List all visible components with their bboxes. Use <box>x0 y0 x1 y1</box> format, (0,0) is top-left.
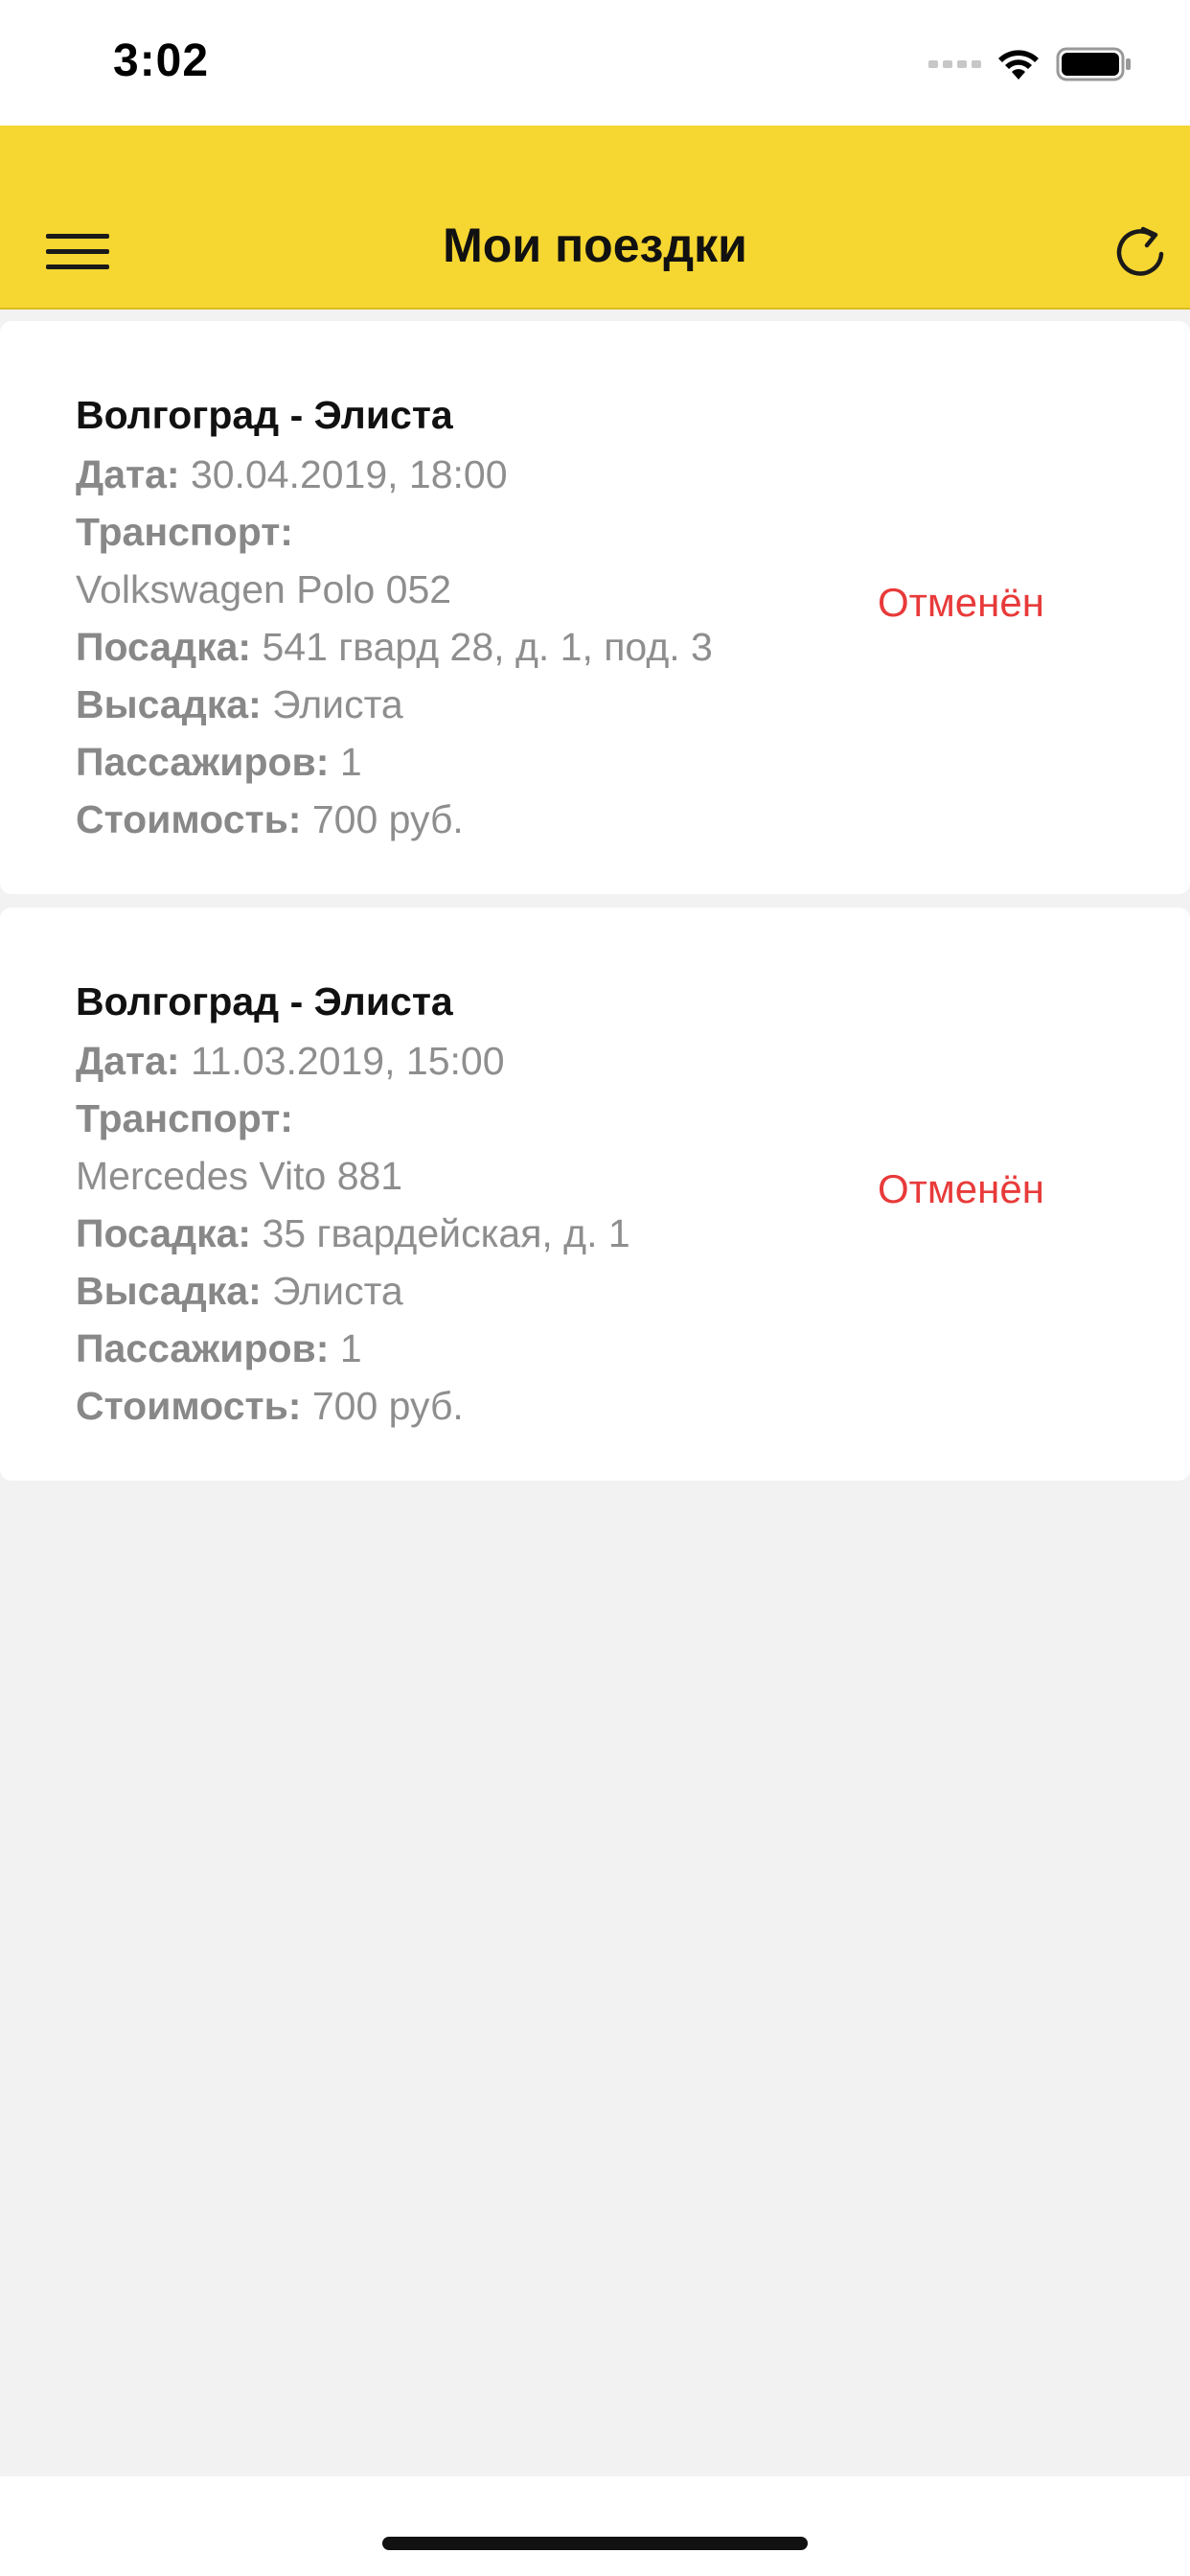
transport-label: Транспорт: <box>76 510 293 554</box>
trip-list: Волгоград - Элиста Дата: 30.04.2019, 18:… <box>0 321 1190 1494</box>
battery-icon <box>1056 47 1131 81</box>
date-value: 30.04.2019, 18:00 <box>190 452 508 496</box>
trip-date: Дата: 30.04.2019, 18:00 <box>76 446 1190 503</box>
trip-transport-label: Транспорт: <box>76 503 1190 561</box>
bottom-safe-area <box>0 2476 1190 2576</box>
trip-transport-label: Транспорт: <box>76 1090 1190 1147</box>
passengers-label: Пассажиров: <box>76 1326 330 1370</box>
date-label: Дата: <box>76 1039 180 1083</box>
dropoff-value: Элиста <box>272 1269 403 1313</box>
date-label: Дата: <box>76 452 180 496</box>
boarding-label: Посадка: <box>76 625 252 669</box>
trip-status-badge: Отменён <box>878 1166 1044 1211</box>
home-indicator[interactable] <box>382 2537 808 2550</box>
trip-route: Волгоград - Элиста <box>76 979 453 1024</box>
header-bar: Мои поездки <box>0 126 1190 310</box>
page-title: Мои поездки <box>443 218 747 272</box>
trip-cost: Стоимость: 700 руб. <box>76 791 1190 848</box>
cost-label: Стоимость: <box>76 1384 302 1428</box>
wifi-icon <box>998 50 1039 80</box>
trip-dropoff: Высадка: Элиста <box>76 1262 1190 1320</box>
cost-value: 700 руб. <box>311 797 464 841</box>
trip-passengers: Пассажиров: 1 <box>76 733 1190 791</box>
dropoff-label: Высадка: <box>76 1269 262 1313</box>
trip-boarding: Посадка: 35 гвардейская, д. 1 <box>76 1205 1190 1262</box>
boarding-value: 541 гвард 28, д. 1, под. 3 <box>262 625 713 669</box>
status-icons <box>928 40 1133 88</box>
refresh-icon[interactable] <box>1111 221 1173 283</box>
boarding-value: 35 гвардейская, д. 1 <box>262 1211 630 1255</box>
passengers-label: Пассажиров: <box>76 740 330 784</box>
trip-route: Волгоград - Элиста <box>76 393 453 437</box>
trip-status-badge: Отменён <box>878 580 1044 625</box>
trip-cost: Стоимость: 700 руб. <box>76 1377 1190 1435</box>
cost-label: Стоимость: <box>76 797 302 841</box>
trip-dropoff: Высадка: Элиста <box>76 676 1190 733</box>
trip-card[interactable]: Волгоград - Элиста Дата: 30.04.2019, 18:… <box>0 321 1190 894</box>
boarding-label: Посадка: <box>76 1211 252 1255</box>
dropoff-label: Высадка: <box>76 682 262 726</box>
passengers-value: 1 <box>339 740 362 784</box>
cost-value: 700 руб. <box>311 1384 464 1428</box>
dropoff-value: Элиста <box>272 682 403 726</box>
trip-card[interactable]: Волгоград - Элиста Дата: 11.03.2019, 15:… <box>0 908 1190 1481</box>
trip-passengers: Пассажиров: 1 <box>76 1320 1190 1377</box>
trip-date: Дата: 11.03.2019, 15:00 <box>76 1032 1190 1090</box>
date-value: 11.03.2019, 15:00 <box>190 1039 505 1083</box>
status-time: 3:02 <box>113 35 210 86</box>
trip-boarding: Посадка: 541 гвард 28, д. 1, под. 3 <box>76 618 1190 676</box>
cellular-signal-icon <box>928 60 981 68</box>
passengers-value: 1 <box>339 1326 362 1370</box>
transport-label: Транспорт: <box>76 1096 293 1140</box>
status-bar: 3:02 <box>0 0 1190 126</box>
